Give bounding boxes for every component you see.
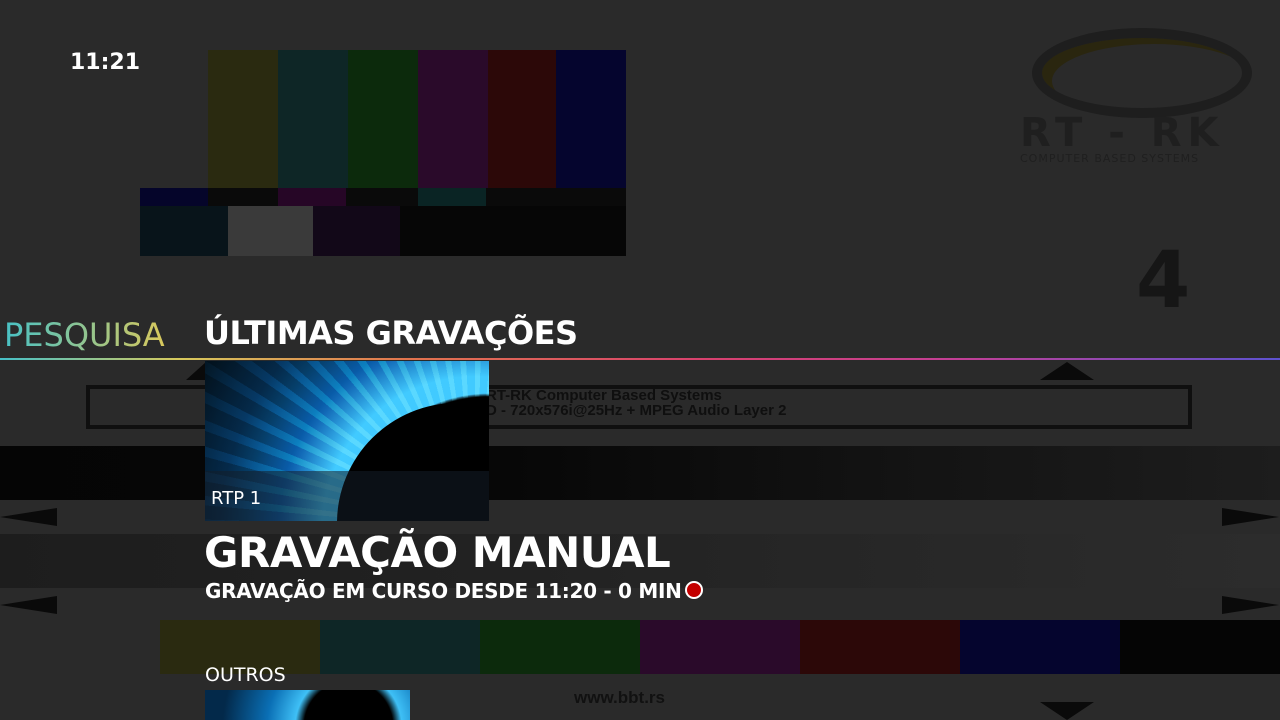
other-card-thumbnail[interactable] bbox=[205, 690, 410, 720]
background-url: www.bbt.rs bbox=[574, 688, 665, 707]
arrow-right-icon bbox=[1222, 596, 1279, 614]
arrow-left-icon bbox=[0, 596, 57, 614]
recording-channel: RTP 1 bbox=[211, 488, 262, 509]
section-other-label: OUTROS bbox=[205, 664, 286, 686]
arrow-up-icon bbox=[186, 362, 206, 380]
arrow-right-icon bbox=[1222, 508, 1279, 526]
color-bar bbox=[556, 50, 626, 188]
recording-status: GRAVAÇÃO EM CURSO DESDE 11:20 - 0 MIN bbox=[205, 579, 682, 603]
color-bar bbox=[348, 50, 418, 188]
test-pattern-background: RT - RK COMPUTER BASED SYSTEMS 4 RT-RK C… bbox=[0, 0, 1280, 720]
arrow-up-icon bbox=[1040, 362, 1094, 380]
color-bar bbox=[488, 50, 558, 188]
tab-search[interactable]: PESQUISA bbox=[4, 316, 165, 354]
recording-title: GRAVAÇÃO MANUAL bbox=[204, 528, 671, 577]
accent-divider bbox=[0, 358, 1280, 360]
tab-recent-recordings[interactable]: ÚLTIMAS GRAVAÇÕES bbox=[204, 314, 578, 352]
color-bar bbox=[418, 50, 488, 188]
rtrk-logo: RT - RK COMPUTER BASED SYSTEMS bbox=[1020, 28, 1252, 168]
channel-number: 4 bbox=[1136, 236, 1191, 326]
color-bar bbox=[278, 50, 348, 188]
recording-dot-icon bbox=[685, 581, 703, 599]
arrow-down-icon bbox=[1040, 702, 1094, 720]
clock: 11:21 bbox=[70, 50, 141, 75]
arrow-left-icon bbox=[0, 508, 57, 526]
info-line: D - 720x576i@25Hz + MPEG Audio Layer 2 bbox=[486, 402, 787, 419]
recording-card-thumbnail[interactable]: RTP 1 bbox=[205, 361, 489, 521]
color-bar bbox=[208, 50, 278, 188]
